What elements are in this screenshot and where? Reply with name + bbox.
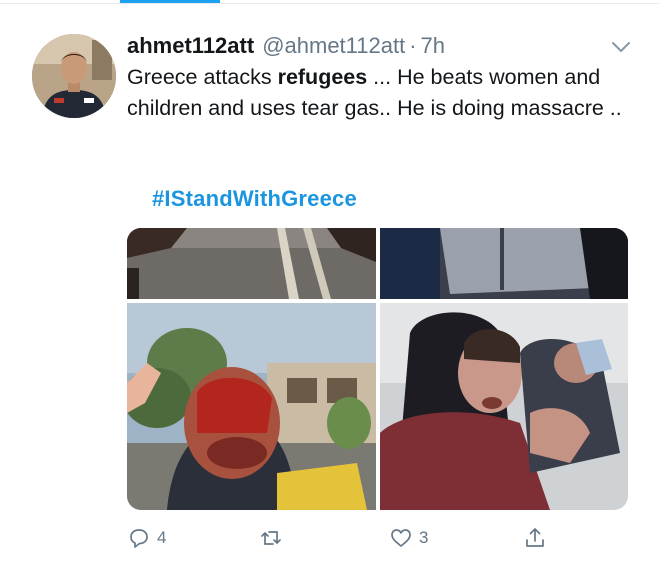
retweet-icon	[259, 526, 283, 550]
media-image-3[interactable]	[127, 303, 376, 510]
media-image-2[interactable]	[380, 228, 628, 299]
reply-count: 4	[157, 528, 167, 547]
like-icon	[389, 526, 413, 550]
tweet-text-bold: refugees	[277, 65, 368, 89]
user-handle[interactable]: @ahmet112att	[262, 33, 405, 59]
reply-button[interactable]: 4	[127, 520, 166, 556]
reply-icon	[127, 526, 151, 550]
timeline-divider	[0, 3, 660, 4]
tweet-actions: 4 3	[127, 520, 577, 556]
tweet-text-part1: Greece attacks	[127, 65, 278, 89]
retweet-button[interactable]	[259, 520, 289, 556]
tweet-header: ahmet112att @ahmet112att · 7h	[127, 33, 445, 61]
caret-down-icon[interactable]	[606, 37, 636, 57]
display-name[interactable]: ahmet112att	[127, 33, 254, 59]
separator-dot: ·	[409, 33, 417, 58]
media-image-1[interactable]	[127, 228, 376, 299]
share-button[interactable]	[523, 520, 547, 556]
timestamp[interactable]: 7h	[421, 33, 445, 59]
hashtag-link[interactable]: #IStandWithGreece	[152, 186, 357, 212]
media-grid	[127, 228, 628, 510]
tweet-text: Greece attacks refugees ... He beats wom…	[127, 62, 637, 124]
media-image-4[interactable]	[380, 303, 628, 510]
like-button[interactable]: 3	[389, 520, 428, 556]
like-count: 3	[419, 528, 429, 547]
share-icon	[523, 526, 547, 550]
avatar[interactable]	[32, 34, 116, 118]
